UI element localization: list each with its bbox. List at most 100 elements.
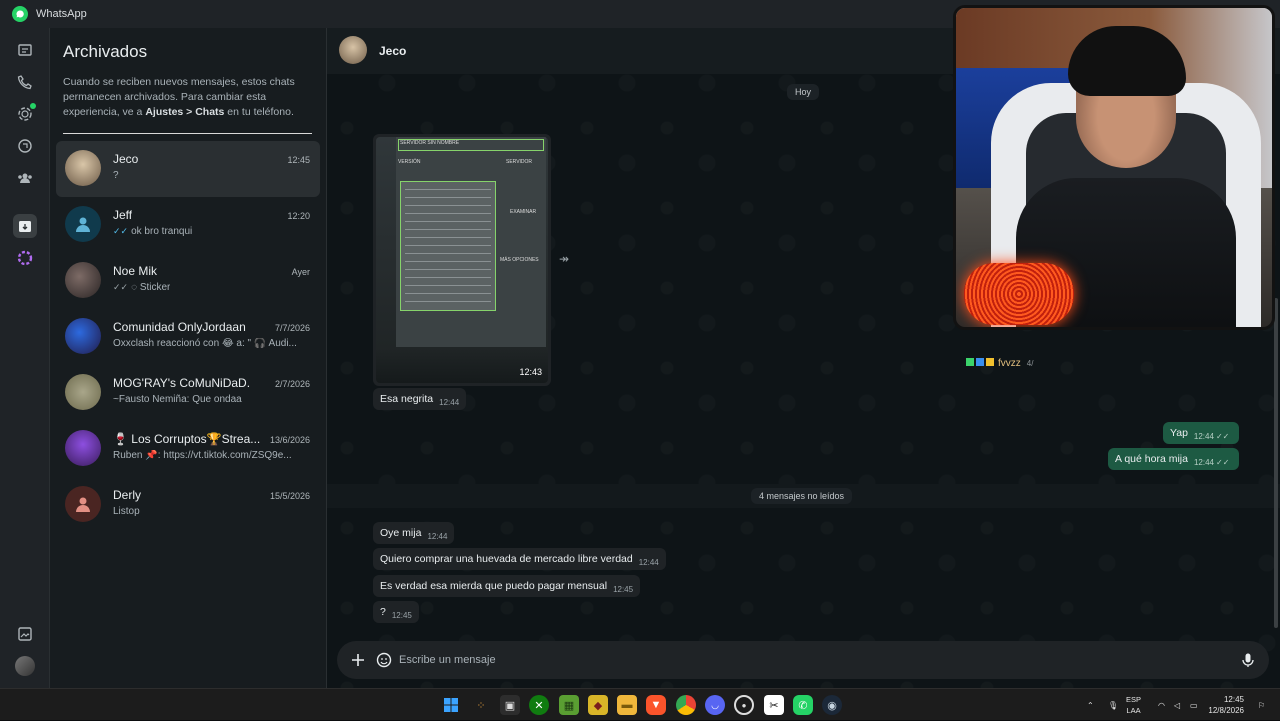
profile-avatar[interactable] [15, 656, 35, 676]
chat-preview: Listop [113, 506, 140, 517]
brave-icon[interactable]: ▼ [646, 695, 666, 715]
wifi-icon[interactable]: ◠ [1158, 689, 1165, 721]
store-icon[interactable]: ▣ [500, 695, 520, 715]
tray-mic-icon[interactable]: 🎙 [1108, 689, 1118, 721]
chrome-icon[interactable] [676, 695, 696, 715]
photo-text: SERVIDOR SIN NOMBRE [400, 140, 460, 146]
sticker-icon: ◌ [131, 282, 140, 293]
tray-chevron-icon[interactable]: ⌃ [1087, 689, 1094, 721]
scrollbar[interactable] [1274, 298, 1278, 628]
photo-dropdown [400, 181, 496, 311]
steam-icon[interactable]: ◉ [822, 695, 842, 715]
day-separator: Hoy [787, 84, 820, 100]
chat-time: 12:20 [287, 211, 310, 221]
archived-icon[interactable] [13, 214, 37, 238]
obs-icon[interactable]: ● [734, 695, 754, 715]
chat-item-jeff[interactable]: Jeff 12:20 ✓✓ ok bro tranqui [56, 197, 320, 253]
webcam-overlay [953, 5, 1275, 330]
default-avatar-icon [65, 486, 101, 522]
message-incoming[interactable]: Esa negrita 12:44 [373, 388, 467, 410]
xbox-icon[interactable]: ✕ [529, 695, 549, 715]
chat-item-derly[interactable]: Derly 15/5/2026 Listop [56, 477, 320, 533]
chat-time: 2/7/2026 [274, 379, 310, 389]
panel-title: Archivados [63, 42, 148, 61]
chat-time: 15/5/2026 [269, 491, 310, 501]
forward-icon[interactable]: ↠ [559, 252, 569, 266]
whatsapp-taskbar-icon[interactable]: ✆ [793, 695, 813, 715]
chat-item-comunidad[interactable]: Comunidad OnlyJordaan 7/7/2026 Oxxclash … [56, 309, 320, 365]
image-message[interactable]: SERVIDOR SIN NOMBRE VERSIÓN SERVIDOR EXA… [373, 134, 551, 386]
battery-icon[interactable]: ▭ [1190, 689, 1198, 721]
message-time: 12:43 [519, 367, 542, 377]
game-icon[interactable]: ◆ [588, 695, 608, 715]
chat-preview: ~Fausto Nemiña: Que ondaa [113, 394, 242, 405]
meta-ai-icon[interactable] [13, 246, 37, 270]
default-avatar-icon [65, 206, 101, 242]
language-indicator[interactable]: ESP LAA [1126, 694, 1141, 716]
photo-text: VERSIÓN [398, 159, 421, 165]
nav-rail [0, 28, 50, 688]
archived-panel: Archivados Cuando se reciben nuevos mens… [50, 28, 327, 688]
chat-item-mogray[interactable]: MOG'RAY's CoMuNiDaD. 2/7/2026 ~Fausto Ne… [56, 365, 320, 421]
chat-name: Noe Mik [113, 264, 158, 278]
avatar [65, 318, 101, 354]
message-incoming[interactable]: Es verdad esa mierda que puedo pagar men… [373, 575, 641, 597]
volume-icon[interactable]: ◁ [1174, 689, 1180, 721]
discord-icon[interactable]: ◡ [705, 695, 725, 715]
channels-icon[interactable] [13, 134, 37, 158]
message-input[interactable] [399, 649, 1199, 671]
chat-time: 7/7/2026 [274, 323, 310, 333]
emoji-icon[interactable] [375, 651, 393, 669]
chat-preview: ✓✓ ◌ Sticker [113, 282, 171, 293]
chat-time: 13/6/2026 [269, 435, 310, 445]
chat-preview: Oxxclash reaccionó con 😂 a: " 🎧 Audi... [113, 338, 297, 349]
composer [337, 641, 1269, 679]
attach-plus-icon[interactable] [349, 651, 367, 669]
capcut-icon[interactable]: ✂ [764, 695, 784, 715]
file-explorer-icon[interactable]: ▬ [617, 695, 637, 715]
message-incoming[interactable]: Oye mija 12:44 [373, 522, 455, 544]
minecraft-icon[interactable]: ▦ [559, 695, 579, 715]
chat-name: Jeff [113, 208, 133, 222]
chat-list: Jeco 12:45 ? Jeff 12:20 ✓✓ ok bro tranqui… [56, 141, 320, 533]
message-incoming[interactable]: Quiero comprar una huevada de mercado li… [373, 548, 666, 570]
chat-preview: ? [113, 170, 119, 181]
streamer-microphone [964, 263, 1074, 325]
system-clock[interactable]: 12:45 12/8/2026 [1208, 694, 1244, 716]
widgets-icon[interactable]: ⁘ [471, 695, 491, 715]
photo-text: SERVIDOR [506, 159, 533, 165]
shared-photo[interactable]: SERVIDOR SIN NOMBRE VERSIÓN SERVIDOR EXA… [376, 137, 548, 383]
contact-name[interactable]: Jeco [379, 44, 406, 58]
unread-count-badge: 4 mensajes no leídos [751, 488, 853, 504]
status-icon[interactable] [13, 102, 37, 126]
chat-preview: ✓✓ ok bro tranqui [113, 226, 193, 237]
message-outgoing[interactable]: A qué hora mija 12:44 ✓✓ [1108, 448, 1240, 470]
chat-item-jeco[interactable]: Jeco 12:45 ? [56, 141, 320, 197]
message-incoming[interactable]: ? 12:45 [373, 601, 419, 623]
chat-name: Comunidad OnlyJordaan [113, 320, 246, 334]
calls-icon[interactable] [13, 70, 37, 94]
stream-overlay-label: fvvzz 4/ [966, 358, 1033, 369]
read-ticks-icon: ✓✓ [113, 282, 129, 292]
message-outgoing[interactable]: Yap 12:44 ✓✓ [1163, 422, 1240, 444]
chat-item-los-corruptos[interactable]: 🍷 Los Corruptos🏆Strea... 13/6/2026 Ruben… [56, 421, 320, 477]
divider [63, 133, 312, 134]
windows-taskbar: ⁘ ▣ ✕ ▦ ◆ ▬ ▼ ◡ ● ✂ ✆ ◉ ⌃ 🎙 ESP LAA ◠ ◁ ▭… [0, 688, 1280, 720]
whatsapp-logo-icon [12, 6, 28, 22]
communities-icon[interactable] [13, 166, 37, 190]
chats-icon[interactable] [13, 38, 37, 62]
window-title: WhatsApp [36, 8, 87, 20]
chat-item-noe-mik[interactable]: Noe Mik Ayer ✓✓ ◌ Sticker [56, 253, 320, 309]
media-icon[interactable] [13, 622, 37, 646]
avatar [65, 262, 101, 298]
chat-time: 12:45 [287, 155, 310, 165]
photo-text: MÁS OPCIONES [500, 257, 539, 263]
notification-icon[interactable]: ⚐ [1258, 689, 1265, 721]
contact-avatar[interactable] [339, 36, 367, 64]
photo-text: EXAMINAR [510, 209, 537, 215]
status-dot-icon [30, 103, 36, 109]
start-icon[interactable] [441, 695, 461, 715]
chat-name: Derly [113, 488, 142, 502]
microphone-icon[interactable] [1239, 651, 1257, 669]
chat-time: Ayer [291, 267, 310, 277]
